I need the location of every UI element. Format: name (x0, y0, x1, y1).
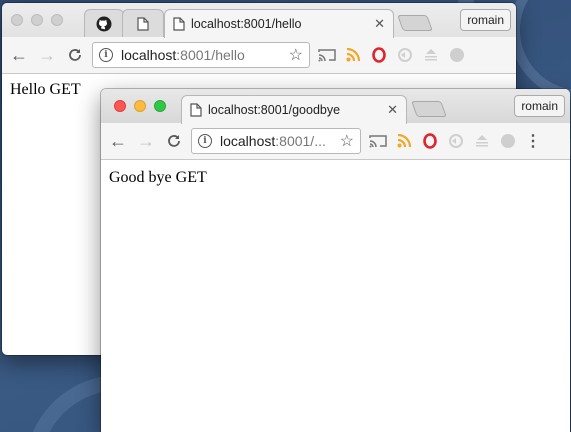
page-icon (190, 103, 202, 117)
forward-button[interactable]: → (135, 130, 157, 152)
reload-button[interactable] (163, 130, 185, 152)
tab-hello[interactable]: localhost:8001/hello ✕ (164, 9, 394, 38)
download-icon[interactable] (420, 44, 442, 66)
new-tab-button[interactable] (397, 15, 433, 31)
url-text: localhost:8001/... (220, 133, 326, 149)
tab-title: localhost:8001/goodbye (208, 103, 341, 117)
sync-icon[interactable] (445, 130, 467, 152)
address-bar[interactable]: i localhost:8001/hello ☆ (92, 42, 310, 68)
browser-toolbar: ← → i localhost:8001/hello ☆ (2, 37, 516, 74)
menu-dots-icon[interactable]: ⋮ (525, 130, 541, 152)
zoom-window-button[interactable] (154, 100, 166, 112)
back-button[interactable]: ← (8, 44, 30, 66)
sync-icon[interactable] (394, 44, 416, 66)
rss-icon[interactable] (342, 44, 364, 66)
zoom-window-button[interactable] (51, 14, 63, 26)
tab-strip: localhost:8001/hello ✕ romain (2, 3, 516, 38)
close-window-button[interactable] (114, 100, 126, 112)
info-icon[interactable]: i (198, 134, 212, 148)
reload-icon (69, 49, 81, 61)
tab-github[interactable] (84, 9, 124, 37)
page-icon (173, 17, 185, 31)
info-icon[interactable]: i (99, 48, 113, 62)
close-window-button[interactable] (11, 14, 23, 26)
new-tab-button[interactable] (411, 101, 447, 117)
tab-blank[interactable] (122, 9, 164, 37)
forward-button[interactable]: → (36, 44, 58, 66)
minimize-window-button[interactable] (31, 14, 43, 26)
opera-icon[interactable] (419, 130, 441, 152)
circle-icon[interactable] (446, 44, 468, 66)
close-tab-icon[interactable]: ✕ (374, 16, 385, 32)
cast-icon[interactable] (316, 44, 338, 66)
address-bar[interactable]: i localhost:8001/... ☆ (191, 128, 361, 154)
tab-title: localhost:8001/hello (191, 17, 302, 31)
tab-goodbye[interactable]: localhost:8001/goodbye ✕ (181, 95, 407, 124)
browser-toolbar: ← → i localhost:8001/... ☆ ⋮ (101, 123, 570, 160)
page-content: Good bye GET (101, 160, 570, 194)
close-tab-icon[interactable]: ✕ (387, 102, 398, 118)
bookmark-star-icon[interactable]: ☆ (289, 45, 303, 65)
tab-strip: localhost:8001/goodbye ✕ romain (101, 89, 570, 124)
url-text: localhost:8001/hello (121, 47, 245, 63)
cast-icon[interactable] (367, 130, 389, 152)
body-text: Good bye GET (109, 169, 207, 186)
bookmark-star-icon[interactable]: ☆ (340, 131, 354, 151)
github-icon (96, 16, 112, 31)
download-icon[interactable] (471, 130, 493, 152)
body-text: Hello GET (10, 81, 81, 98)
profile-button[interactable]: romain (460, 9, 511, 31)
profile-button[interactable]: romain (514, 95, 565, 117)
circle-icon[interactable] (497, 130, 519, 152)
back-button[interactable]: ← (107, 130, 129, 152)
minimize-window-button[interactable] (134, 100, 146, 112)
opera-icon[interactable] (368, 44, 390, 66)
browser-window-front[interactable]: localhost:8001/goodbye ✕ romain ← → i lo… (101, 89, 570, 432)
window-controls (11, 14, 63, 26)
window-controls (114, 100, 166, 112)
page-icon (137, 16, 149, 31)
reload-icon (168, 135, 180, 147)
rss-icon[interactable] (393, 130, 415, 152)
reload-button[interactable] (64, 44, 86, 66)
